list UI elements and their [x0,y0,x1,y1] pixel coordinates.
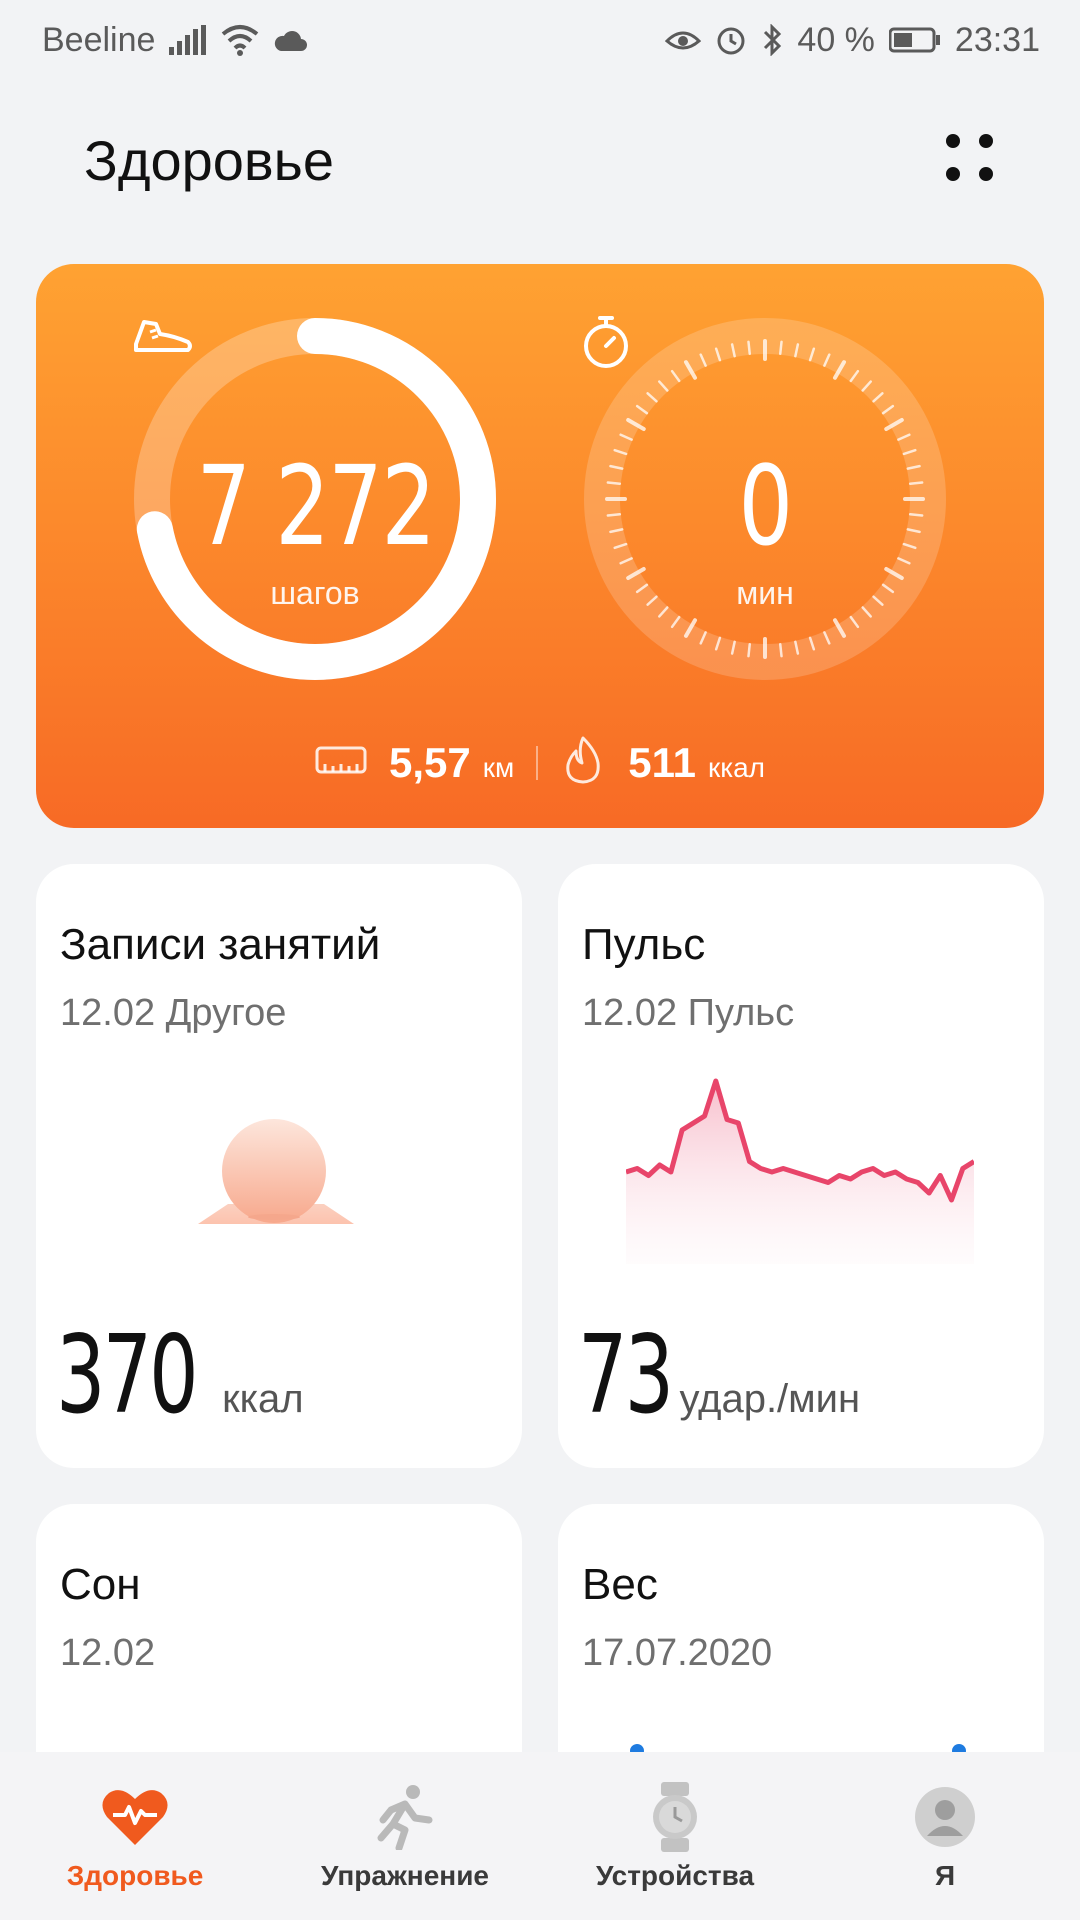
clock: 23:31 [954,20,1040,59]
carrier-name: Beeline [42,20,156,59]
signal-icon [169,25,207,55]
distance-unit: км [482,751,515,783]
workout-records-title: Записи занятий [60,920,381,969]
cloud-icon [273,29,308,51]
nav-item-devices[interactable]: Устройства [540,1782,810,1892]
nav-label-profile: Я [934,1860,956,1891]
activity-stats-row: 5,57 км 511 ккал [36,735,1044,790]
page-title: Здоровье [84,128,335,192]
heart-rate-value: 73 [578,1313,674,1438]
stats-divider [536,745,539,780]
steps-value: 7 272 [196,441,435,570]
nav-label-devices: Устройства [595,1860,755,1891]
steps-ring: 7 272 шагов [130,314,500,684]
heart-rate-unit: удар./мин [679,1377,861,1421]
flame-icon [560,735,606,790]
profile-icon [914,1782,976,1852]
sleep-subtitle: 12.02 [60,1632,156,1674]
active-minutes-ring: 0 мин [580,314,950,684]
grid-dots-icon[interactable] [946,134,998,186]
nav-item-exercise[interactable]: Упражнение [270,1782,540,1892]
calories-unit: ккал [707,751,766,783]
steps-unit: шагов [270,574,360,611]
calories-value: 511 [628,738,696,786]
workout-records-subtitle: 12.02 Другое [60,992,287,1034]
nav-item-profile[interactable]: Я [810,1782,1080,1892]
nav-label-health: Здоровье [66,1860,204,1891]
status-bar: Beeline 40 % 23:31 [0,0,1080,80]
runner-icon [375,1782,435,1852]
battery-icon [888,27,941,53]
workout-calories-value: 370 [56,1313,199,1438]
eye-comfort-icon [665,27,702,53]
sleep-title: Сон [60,1560,141,1609]
heart-rate-chart [626,1078,974,1264]
bluetooth-icon [761,24,783,56]
heart-rate-card[interactable]: Пульс 12.02 Пульс 73 удар./мин [558,864,1044,1468]
heart-rate-subtitle: 12.02 Пульс [582,992,795,1034]
alarm-icon [715,24,747,56]
nav-item-health[interactable]: Здоровье [0,1782,270,1892]
workout-calories-unit: ккал [222,1377,304,1421]
exercise-ball-icon [164,1114,384,1249]
active-minutes-unit: мин [736,574,794,611]
distance-value: 5,57 [388,738,471,786]
nav-label-exercise: Упражнение [321,1860,489,1891]
app-header: Здоровье [0,110,1080,210]
battery-percent: 40 % [797,20,875,59]
weight-title: Вес [582,1560,658,1609]
bottom-navigation: Здоровье Упражнение Устройства Я [0,1752,1080,1920]
watch-icon [649,1782,701,1852]
heart-pulse-icon [101,1782,169,1852]
active-minutes-value: 0 [738,441,793,570]
activity-summary-card[interactable]: 7 272 шагов 0 мин 5,57 км 511 ккал [36,264,1044,828]
ruler-icon [315,744,367,781]
weight-subtitle: 17.07.2020 [582,1632,773,1674]
wifi-icon [221,24,259,56]
heart-rate-title: Пульс [582,920,706,969]
workout-records-card[interactable]: Записи занятий 12.02 Другое 370 ккал [36,864,522,1468]
